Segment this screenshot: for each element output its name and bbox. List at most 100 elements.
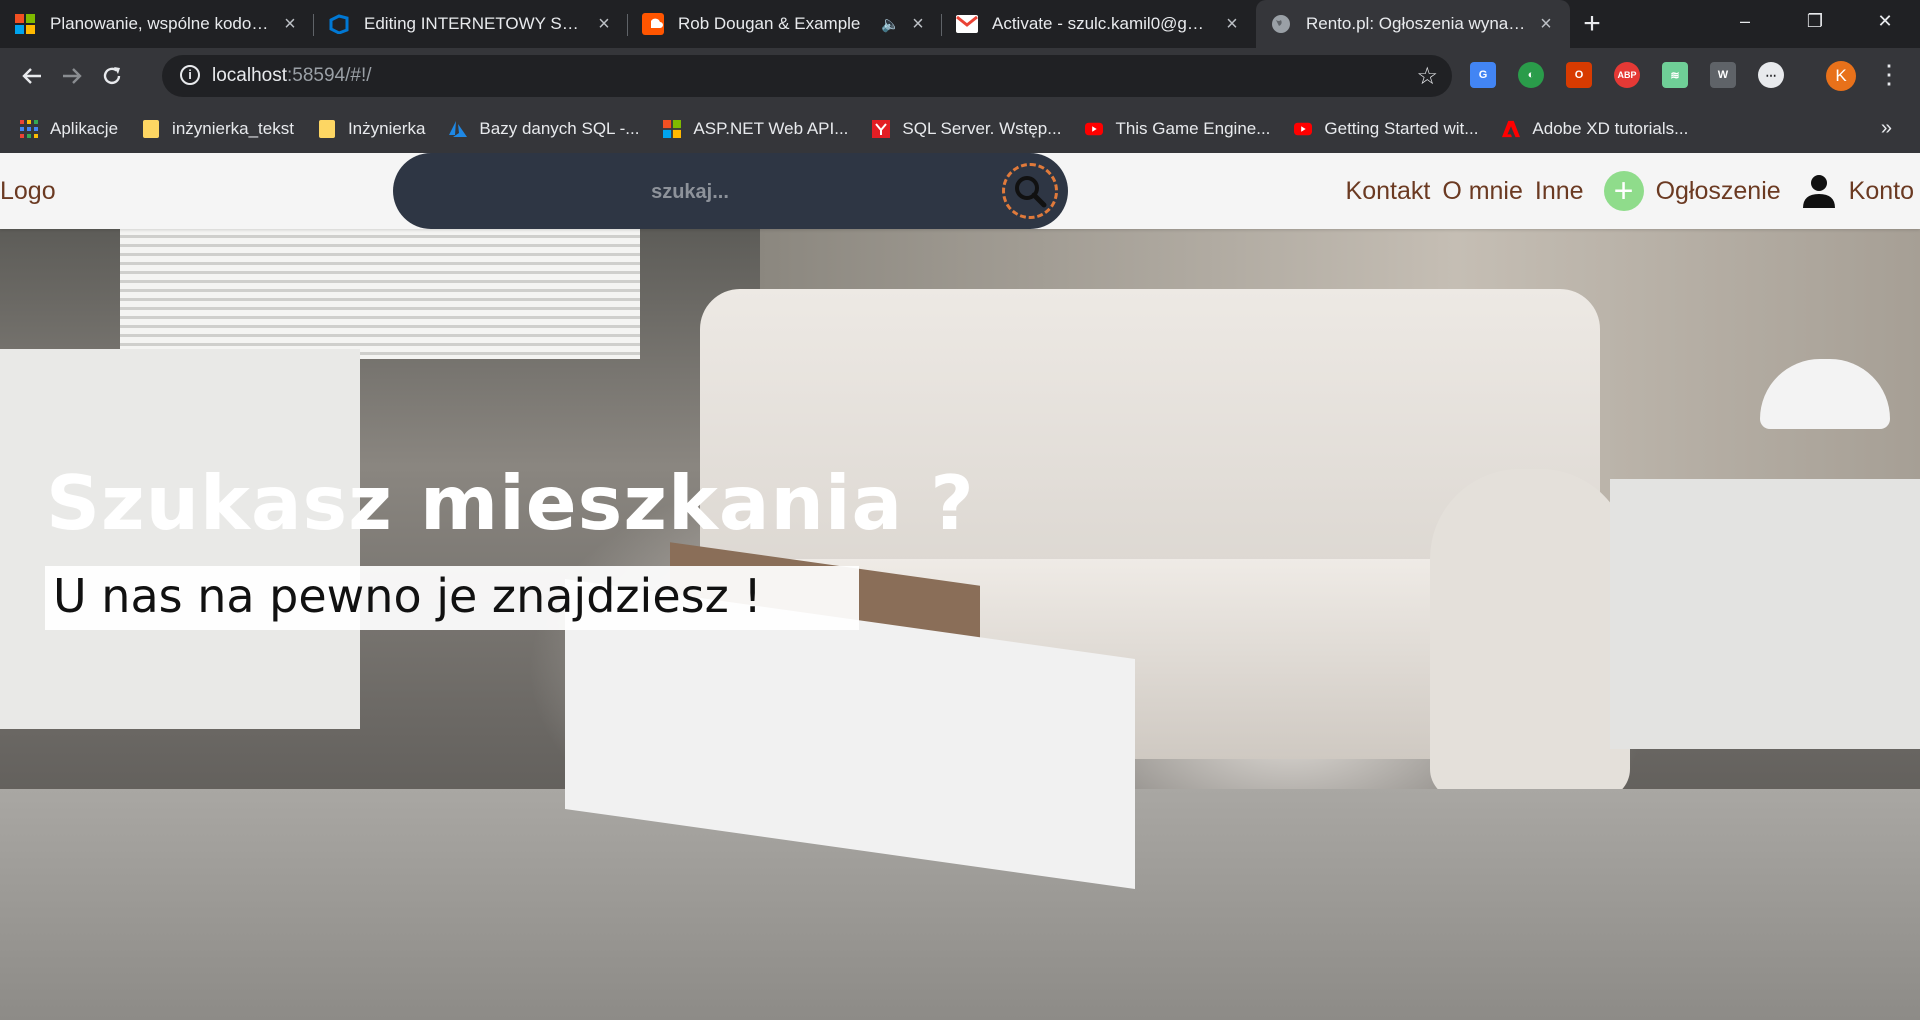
speaker-icon[interactable]: 🔈 xyxy=(881,15,900,33)
bookmark-adobe-xd[interactable]: Adobe XD tutorials... xyxy=(1502,119,1688,139)
bookmarks-bar: Aplikacje inżynierka_tekst Inżynierka Ba… xyxy=(0,104,1920,153)
url-text: localhost:58594/#!/ xyxy=(212,65,372,87)
google-translate-icon[interactable]: G xyxy=(1470,62,1496,88)
tab-title: Planowanie, wspólne kodowanie xyxy=(50,14,272,33)
hero-sofa-arm xyxy=(1430,469,1630,799)
web-page: Logo Kontakt O mnie Inne + Ogłoszenie Ko… xyxy=(0,153,1920,1020)
add-listing-label: Ogłoszenie xyxy=(1655,176,1781,205)
apps-grid-icon xyxy=(20,119,38,138)
maximize-button[interactable]: ❐ xyxy=(1780,0,1850,42)
profile-avatar[interactable]: K xyxy=(1826,61,1856,91)
url-host: localhost xyxy=(212,65,287,86)
close-tab-icon[interactable]: × xyxy=(1222,13,1242,36)
tab-title: Editing INTERNETOWY SERWIS xyxy=(364,14,586,33)
nav-link-about[interactable]: O mnie xyxy=(1442,177,1523,206)
close-tab-icon[interactable]: × xyxy=(908,13,928,36)
hero-subtitle: U nas na pewno je znajdziesz ! xyxy=(53,569,762,623)
bookmark-label: SQL Server. Wstęp... xyxy=(902,118,1062,138)
search-icon xyxy=(1015,176,1047,208)
bookmark-aspnet[interactable]: ASP.NET Web API... xyxy=(663,119,848,139)
reload-icon[interactable] xyxy=(92,56,132,96)
account-label: Konto xyxy=(1848,176,1914,205)
tab-planowanie[interactable]: Planowanie, wspólne kodowanie × xyxy=(0,0,314,48)
info-icon[interactable]: i xyxy=(180,65,200,85)
dots-extension-icon[interactable]: ⋯ xyxy=(1758,62,1784,88)
bookmark-label: Getting Started wit... xyxy=(1324,118,1479,138)
bookmark-game-engine[interactable]: This Game Engine... xyxy=(1085,119,1270,139)
bookmarks-more-icon[interactable]: » xyxy=(1881,117,1892,140)
search-bar xyxy=(393,153,1068,231)
close-tab-icon[interactable]: × xyxy=(594,13,614,36)
site-logo[interactable]: Logo xyxy=(0,177,56,206)
user-icon xyxy=(1802,175,1835,208)
close-window-button[interactable]: ✕ xyxy=(1850,0,1920,42)
bookmark-label: Adobe XD tutorials... xyxy=(1532,118,1689,138)
hero-banner: Szukasz mieszkania ? U nas na pewno je z… xyxy=(0,229,1920,1020)
shield-extension-icon[interactable]: W xyxy=(1710,62,1736,88)
close-tab-icon[interactable]: × xyxy=(280,13,300,36)
tab-title: Rento.pl: Ogłoszenia wynajmu xyxy=(1306,14,1528,33)
youtube-icon xyxy=(1085,120,1104,138)
nav-link-other[interactable]: Inne xyxy=(1535,177,1584,206)
url-path: :58594/#!/ xyxy=(287,65,372,86)
plus-icon: + xyxy=(1603,171,1644,211)
bookmark-label: This Game Engine... xyxy=(1115,118,1271,138)
search-button[interactable] xyxy=(1002,163,1058,219)
bookmark-getting-started[interactable]: Getting Started wit... xyxy=(1294,119,1478,139)
forward-arrow-icon[interactable] xyxy=(52,56,92,96)
microsoft-icon xyxy=(663,119,682,138)
hero-right-nightstand xyxy=(1610,479,1920,749)
bookmark-label: ASP.NET Web API... xyxy=(693,118,849,138)
nav-links: Kontakt O mnie Inne + Ogłoszenie Konto xyxy=(1334,153,1914,229)
bookmark-inzynierka[interactable]: Inżynierka xyxy=(318,119,425,139)
office-icon[interactable]: O xyxy=(1566,62,1592,88)
tab-title: Activate - szulc.kamil0@gmail xyxy=(992,14,1214,33)
hero-window-blinds xyxy=(120,229,640,359)
back-arrow-icon[interactable] xyxy=(12,56,52,96)
account-button[interactable]: Konto xyxy=(1801,174,1914,208)
adobe-icon xyxy=(1502,120,1521,138)
globe-icon xyxy=(1270,13,1292,35)
tab-activate[interactable]: Activate - szulc.kamil0@gmail × xyxy=(942,0,1256,48)
tab-strip: Planowanie, wspólne kodowanie × Editing … xyxy=(0,0,1920,48)
bookmark-label: Aplikacje xyxy=(50,118,119,138)
bookmark-apps[interactable]: Aplikacje xyxy=(20,119,118,139)
folder-icon xyxy=(142,119,160,138)
tab-title: Rob Dougan & Example xyxy=(678,14,861,33)
close-tab-icon[interactable]: × xyxy=(1536,13,1556,36)
browser-toolbar: i localhost:58594/#!/ ☆ G ◐ O ABP ≋ W ⋯ … xyxy=(0,48,1920,104)
earth-extension-icon[interactable]: ◐ xyxy=(1518,62,1544,88)
browser-chrome: Planowanie, wspólne kodowanie × Editing … xyxy=(0,0,1920,153)
add-listing-button[interactable]: + Ogłoszenie xyxy=(1603,171,1781,211)
tab-rento[interactable]: Rento.pl: Ogłoszenia wynajmu × xyxy=(1256,0,1570,48)
bookmark-sql-server[interactable]: SQL Server. Wstęp... xyxy=(872,119,1061,139)
search-input[interactable] xyxy=(393,153,987,231)
folder-icon xyxy=(318,119,336,138)
kebab-menu-icon[interactable]: ⋮ xyxy=(1876,60,1902,88)
hero-subtitle-box: U nas na pewno je znajdziesz ! xyxy=(45,566,859,630)
new-tab-button[interactable]: + xyxy=(1570,0,1614,48)
nav-link-contact[interactable]: Kontakt xyxy=(1346,177,1431,206)
window-controls: – ❐ ✕ xyxy=(1710,0,1920,42)
tab-rob-dougan[interactable]: Rob Dougan & Example 🔈 × xyxy=(628,0,942,48)
helion-icon xyxy=(872,119,891,138)
bookmark-label: Inżynierka xyxy=(347,118,426,138)
adblock-plus-icon[interactable]: ABP xyxy=(1614,62,1640,88)
gmail-icon xyxy=(956,13,978,35)
soundcloud-icon xyxy=(642,13,664,35)
bookmark-bazy-danych[interactable]: Bazy danych SQL -... xyxy=(449,119,639,139)
azure-icon xyxy=(449,120,468,138)
address-bar[interactable]: i localhost:58594/#!/ ☆ xyxy=(162,55,1452,97)
bookmark-inzynierka-tekst[interactable]: inżynierka_tekst xyxy=(142,119,294,139)
hero-title: Szukasz mieszkania ? xyxy=(46,459,975,547)
bookmark-star-icon[interactable]: ☆ xyxy=(1416,62,1438,91)
azure-devops-icon xyxy=(328,13,350,35)
bookmark-label: Bazy danych SQL -... xyxy=(479,118,640,138)
youtube-icon xyxy=(1294,120,1313,138)
bookmark-label: inżynierka_tekst xyxy=(172,118,294,138)
microsoft-icon xyxy=(14,13,36,35)
site-navbar: Logo Kontakt O mnie Inne + Ogłoszenie Ko… xyxy=(0,153,1920,231)
minimize-button[interactable]: – xyxy=(1710,0,1780,42)
audio-extension-icon[interactable]: ≋ xyxy=(1662,62,1688,88)
tab-editing[interactable]: Editing INTERNETOWY SERWIS × xyxy=(314,0,628,48)
